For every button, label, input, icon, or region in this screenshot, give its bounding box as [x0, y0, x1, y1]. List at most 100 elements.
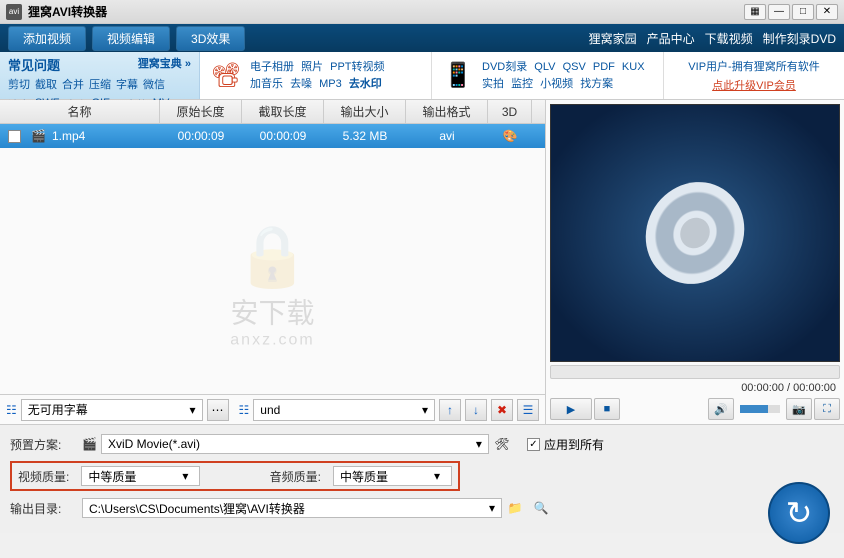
- tip-link[interactable]: MP3: [319, 78, 342, 90]
- cell-size: 5.32 MB: [324, 129, 406, 143]
- tag[interactable]: 微信: [143, 76, 165, 92]
- video-quality-select[interactable]: 中等质量▾: [81, 466, 200, 486]
- phone-icon: 📱: [440, 58, 476, 94]
- col-3d[interactable]: 3D: [488, 100, 532, 123]
- main-area: 名称 原始长度 截取长度 输出大小 输出格式 3D ✓ 🎬 1.mp4 00:0…: [0, 100, 844, 424]
- subtitle-add-button[interactable]: ⋯: [207, 399, 229, 421]
- tips-row: 常见问题 狸窝宝典 » 剪切 截取 合并 压缩 字幕 微信 消音 SWF 片头 …: [0, 52, 844, 100]
- link-products[interactable]: 产品中心: [647, 30, 695, 47]
- film-reel-icon: [638, 171, 752, 295]
- audio-quality-label: 音频质量:: [270, 468, 333, 485]
- tips-section-1: 📽 电子相册 照片 PPT转视频 加音乐 去噪 MP3 去水印: [200, 52, 432, 99]
- apply-all-checkbox[interactable]: ✓: [527, 438, 540, 451]
- col-clip[interactable]: 截取长度: [242, 100, 324, 123]
- col-size[interactable]: 输出大小: [324, 100, 406, 123]
- preview-time: 00:00:00 / 00:00:00: [550, 382, 840, 394]
- vip-upgrade-link[interactable]: 点此升级VIP会员: [670, 77, 838, 93]
- volume-button[interactable]: 🔊: [708, 398, 734, 420]
- tips-section-2: 📱 DVD刻录 QLV QSV PDF KUX 实拍 监控 小视频 找方案: [432, 52, 664, 99]
- preset-label: 预置方案:: [10, 436, 82, 453]
- volume-slider[interactable]: [740, 405, 780, 413]
- tip-link[interactable]: 电子相册: [250, 61, 294, 73]
- 3d-effect-button[interactable]: 3D效果: [176, 26, 245, 51]
- preset-icon: 🎬: [82, 437, 97, 451]
- col-name[interactable]: 名称: [0, 100, 160, 123]
- file-row[interactable]: ✓ 🎬 1.mp4 00:00:09 00:00:09 5.32 MB avi …: [0, 124, 545, 148]
- preset-select[interactable]: XviD Movie(*.avi)▾: [101, 434, 489, 454]
- quality-highlight-box: 视频质量: 中等质量▾ 音频质量: 中等质量▾: [10, 461, 460, 491]
- browse-folder-button[interactable]: 📁: [506, 499, 524, 517]
- toolbar-links: 狸窝家园 产品中心 下载视频 制作刻录DVD: [589, 30, 836, 47]
- find-target-button[interactable]: 🔍: [532, 499, 550, 517]
- tip-link[interactable]: 加音乐: [250, 78, 283, 90]
- close-button[interactable]: ✕: [816, 4, 838, 20]
- subtitle-select[interactable]: 无可用字幕▾: [21, 399, 203, 421]
- main-toolbar: 添加视频 视频编辑 3D效果 狸窝家园 产品中心 下载视频 制作刻录DVD: [0, 24, 844, 52]
- convert-button[interactable]: ↻: [768, 482, 830, 544]
- list-header: 名称 原始长度 截取长度 输出大小 输出格式 3D: [0, 100, 545, 124]
- window-controls: ▦ — □ ✕: [744, 4, 838, 20]
- tip-link[interactable]: DVD刻录: [482, 61, 527, 73]
- tag[interactable]: 压缩: [89, 76, 111, 92]
- tip-link[interactable]: KUX: [622, 61, 645, 73]
- tip-link[interactable]: 监控: [511, 78, 533, 90]
- col-format[interactable]: 输出格式: [406, 100, 488, 123]
- menu-button[interactable]: ▦: [744, 4, 766, 20]
- link-dvd[interactable]: 制作刻录DVD: [763, 30, 836, 47]
- vip-text: VIP用户-拥有狸窝所有软件: [688, 61, 819, 73]
- play-button[interactable]: ▶: [550, 398, 592, 420]
- link-download[interactable]: 下载视频: [705, 30, 753, 47]
- tip-link[interactable]: 去水印: [349, 78, 382, 90]
- add-video-button[interactable]: 添加视频: [8, 26, 86, 51]
- cell-clip: 00:00:09: [242, 129, 324, 143]
- remove-button[interactable]: ✖: [491, 399, 513, 421]
- fullscreen-button[interactable]: ⛶: [814, 398, 840, 420]
- tip-link[interactable]: PPT转视频: [330, 61, 384, 73]
- tip-link[interactable]: 找方案: [580, 78, 613, 90]
- tag[interactable]: 合并: [62, 76, 84, 92]
- tip-link[interactable]: 照片: [301, 61, 323, 73]
- maximize-button[interactable]: □: [792, 4, 814, 20]
- move-down-button[interactable]: ↓: [465, 399, 487, 421]
- file-name: 1.mp4: [52, 129, 85, 143]
- app-icon: avi: [6, 4, 22, 20]
- titlebar: avi 狸窝AVI转换器 ▦ — □ ✕: [0, 0, 844, 24]
- audio-track-select[interactable]: und▾: [253, 399, 435, 421]
- faq-panel: 常见问题 狸窝宝典 » 剪切 截取 合并 压缩 字幕 微信 消音 SWF 片头 …: [0, 52, 200, 99]
- link-home[interactable]: 狸窝家园: [589, 30, 637, 47]
- cell-3d-icon[interactable]: 🎨: [488, 129, 532, 143]
- tip-link[interactable]: QLV: [534, 61, 555, 73]
- stop-button[interactable]: ■: [594, 398, 620, 420]
- output-dir-field[interactable]: C:\Users\CS\Documents\狸窝\AVI转换器▾: [82, 498, 502, 518]
- file-checkbox[interactable]: ✓: [8, 130, 21, 143]
- app-title: 狸窝AVI转换器: [28, 3, 744, 20]
- tag[interactable]: 剪切: [8, 76, 30, 92]
- tag[interactable]: 截取: [35, 76, 57, 92]
- audio-quality-select[interactable]: 中等质量▾: [333, 466, 452, 486]
- tip-link[interactable]: QSV: [563, 61, 586, 73]
- watermark: 🔒 安下载 anxz.com: [230, 220, 314, 349]
- video-edit-button[interactable]: 视频编辑: [92, 26, 170, 51]
- list-body: ✓ 🎬 1.mp4 00:00:09 00:00:09 5.32 MB avi …: [0, 124, 545, 394]
- settings-gear-icon[interactable]: 🛠: [493, 435, 511, 453]
- audio-icon: ☷: [239, 403, 250, 417]
- preview-progress[interactable]: [550, 365, 840, 379]
- output-dir-label: 输出目录:: [10, 500, 82, 517]
- col-original[interactable]: 原始长度: [160, 100, 242, 123]
- subtitle-bar: ☷ 无可用字幕▾ ⋯ ☷ und▾ ↑ ↓ ✖ ☰: [0, 394, 545, 424]
- video-quality-label: 视频质量:: [18, 468, 81, 485]
- tip-link[interactable]: 去噪: [290, 78, 312, 90]
- minimize-button[interactable]: —: [768, 4, 790, 20]
- tip-link[interactable]: PDF: [593, 61, 615, 73]
- clear-button[interactable]: ☰: [517, 399, 539, 421]
- move-up-button[interactable]: ↑: [439, 399, 461, 421]
- file-thumb-icon: 🎬: [31, 129, 46, 143]
- snapshot-button[interactable]: 📷: [786, 398, 812, 420]
- tip-link[interactable]: 实拍: [482, 78, 504, 90]
- tip-link[interactable]: 小视频: [540, 78, 573, 90]
- tag[interactable]: 字幕: [116, 76, 138, 92]
- baodian-link[interactable]: 狸窝宝典 »: [138, 55, 191, 74]
- subtitle-icon: ☷: [6, 403, 17, 417]
- preview-panel: 00:00:00 / 00:00:00 ▶ ■ 🔊 📷 ⛶: [546, 100, 844, 424]
- cell-original: 00:00:09: [160, 129, 242, 143]
